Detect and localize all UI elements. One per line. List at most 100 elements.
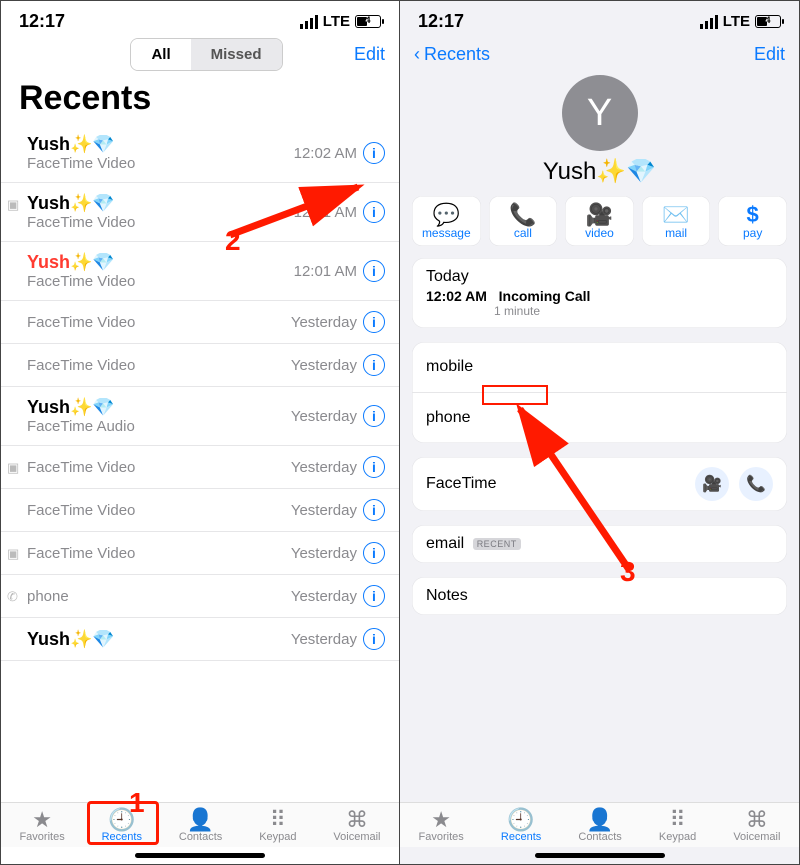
call-time: Yesterday [291,459,357,476]
video-in-icon: ▣ [7,546,19,562]
annotation-1: 1 [129,787,145,819]
tab-contacts[interactable]: 👤Contacts [179,809,222,843]
tab-voicemail[interactable]: ⌘Voicemail [733,809,780,843]
info-button[interactable]: i [363,542,385,564]
tab-voicemail[interactable]: ⌘Voicemail [333,809,380,843]
phone-field[interactable]: phone [426,403,773,433]
star-icon: ★ [19,809,64,831]
recents-row[interactable]: FaceTime VideoYesterday i [1,344,399,387]
call-sub: FaceTime Video [27,502,291,519]
video-in-icon: ▣ [7,197,19,213]
mobile-field[interactable]: mobile [426,352,773,382]
recents-list: Yush✨💎FaceTime Video12:02 AMi▣Yush✨💎Face… [1,124,399,802]
recents-row[interactable]: Yush✨💎FaceTime Video12:01 AMi [1,242,399,301]
home-indicator [135,853,265,858]
tab-bar: ★Favorites 🕘Recents 👤Contacts ⠿Keypad ⌘V… [1,802,399,847]
numbers-card: mobile phone [412,342,787,443]
call-time: 12:02 AM [294,145,357,162]
notes-card[interactable]: Notes [412,577,787,615]
facetime-audio-button[interactable]: 📞 [739,467,773,501]
call-time: Yesterday [291,314,357,331]
video-icon: 🎥 [565,204,634,226]
tab-keypad[interactable]: ⠿Keypad [259,809,296,843]
edit-button[interactable]: Edit [354,44,385,65]
recents-row[interactable]: ✆phoneYesterdayi [1,575,399,618]
call-sub: FaceTime Audio [27,418,291,435]
call-sub: FaceTime Video [27,357,291,374]
info-button[interactable]: i [363,354,385,376]
action-message[interactable]: 💬message [412,196,481,246]
tab-favorites[interactable]: ★Favorites [419,809,464,843]
action-mail[interactable]: ✉️mail [642,196,711,246]
edit-button[interactable]: Edit [754,44,785,65]
recents-row[interactable]: Yush✨💎Yesterdayi [1,618,399,661]
recents-row[interactable]: ▣FaceTime VideoYesterdayi [1,446,399,489]
recents-row[interactable]: FaceTime VideoYesterday i [1,489,399,532]
action-video[interactable]: 🎥video [565,196,634,246]
call-time: 12:02 AM [426,288,487,304]
signal-icon [300,15,318,29]
recents-row[interactable]: ▣Yush✨💎FaceTime Video12:01 AMi [1,183,399,242]
info-button[interactable]: i [363,628,385,650]
action-pay[interactable]: $pay [718,196,787,246]
call-time: Yesterday [291,588,357,605]
call-name: Yush✨💎 [27,397,291,418]
status-time: 12:17 [19,11,65,32]
recents-row[interactable]: ▣FaceTime VideoYesterdayi [1,532,399,575]
facetime-card: FaceTime 🎥 📞 [412,457,787,511]
info-button[interactable]: i [363,311,385,333]
segment-missed[interactable]: Missed [191,39,282,70]
call-time: 12:01 AM [294,204,357,221]
tab-contacts[interactable]: 👤Contacts [578,809,621,843]
call-history-card: Today 12:02 AM Incoming Call 1 minute [412,258,787,328]
annotation-3: 3 [620,556,636,588]
call-time: 12:01 AM [294,263,357,280]
tab-favorites[interactable]: ★Favorites [19,809,64,843]
call-sub: FaceTime Video [27,155,294,172]
phone-icon: 📞 [489,204,558,226]
person-icon: 👤 [179,809,222,831]
info-button[interactable]: i [363,260,385,282]
annotation-2: 2 [225,225,241,257]
facetime-video-button[interactable]: 🎥 [695,467,729,501]
info-button[interactable]: i [363,201,385,223]
back-button[interactable]: ‹ Recents [414,44,490,65]
call-time: Yesterday [291,502,357,519]
call-sub: phone [27,588,291,605]
call-name: Yush✨💎 [27,629,291,650]
voicemail-icon: ⌘ [333,809,380,831]
clock-icon: 🕘 [501,809,541,831]
keypad-icon: ⠿ [659,809,696,831]
carrier-label: LTE [723,13,750,30]
info-button[interactable]: i [363,456,385,478]
info-button[interactable]: i [363,405,385,427]
segment-all[interactable]: All [131,39,190,70]
action-call[interactable]: 📞call [489,196,558,246]
email-label: email [426,529,464,558]
email-card[interactable]: email RECENT [412,525,787,563]
recents-row[interactable]: Yush✨💎FaceTime AudioYesterdayi [1,387,399,446]
call-duration: 1 minute [426,304,773,318]
call-time: Yesterday [291,545,357,562]
video-in-icon: ▣ [7,460,19,476]
battery-icon: 4 [355,15,381,28]
home-indicator [535,853,665,858]
tab-recents[interactable]: 🕘Recents [501,809,541,843]
info-button[interactable]: i [363,142,385,164]
notes-label: Notes [426,581,468,610]
info-button[interactable]: i [363,585,385,607]
person-icon: 👤 [578,809,621,831]
call-time: Yesterday [291,357,357,374]
facetime-label: FaceTime [426,469,497,499]
tab-keypad[interactable]: ⠿Keypad [659,809,696,843]
recents-row[interactable]: FaceTime VideoYesterdayi [1,301,399,344]
recent-badge: RECENT [473,538,521,550]
call-name: Yush✨💎 [27,134,294,155]
status-time: 12:17 [418,11,464,32]
page-title: Recents [1,71,399,124]
star-icon: ★ [419,809,464,831]
segmented-control[interactable]: All Missed [130,38,282,71]
battery-icon: 4 [755,15,781,28]
info-button[interactable]: i [363,499,385,521]
recents-row[interactable]: Yush✨💎FaceTime Video12:02 AM i [1,124,399,183]
